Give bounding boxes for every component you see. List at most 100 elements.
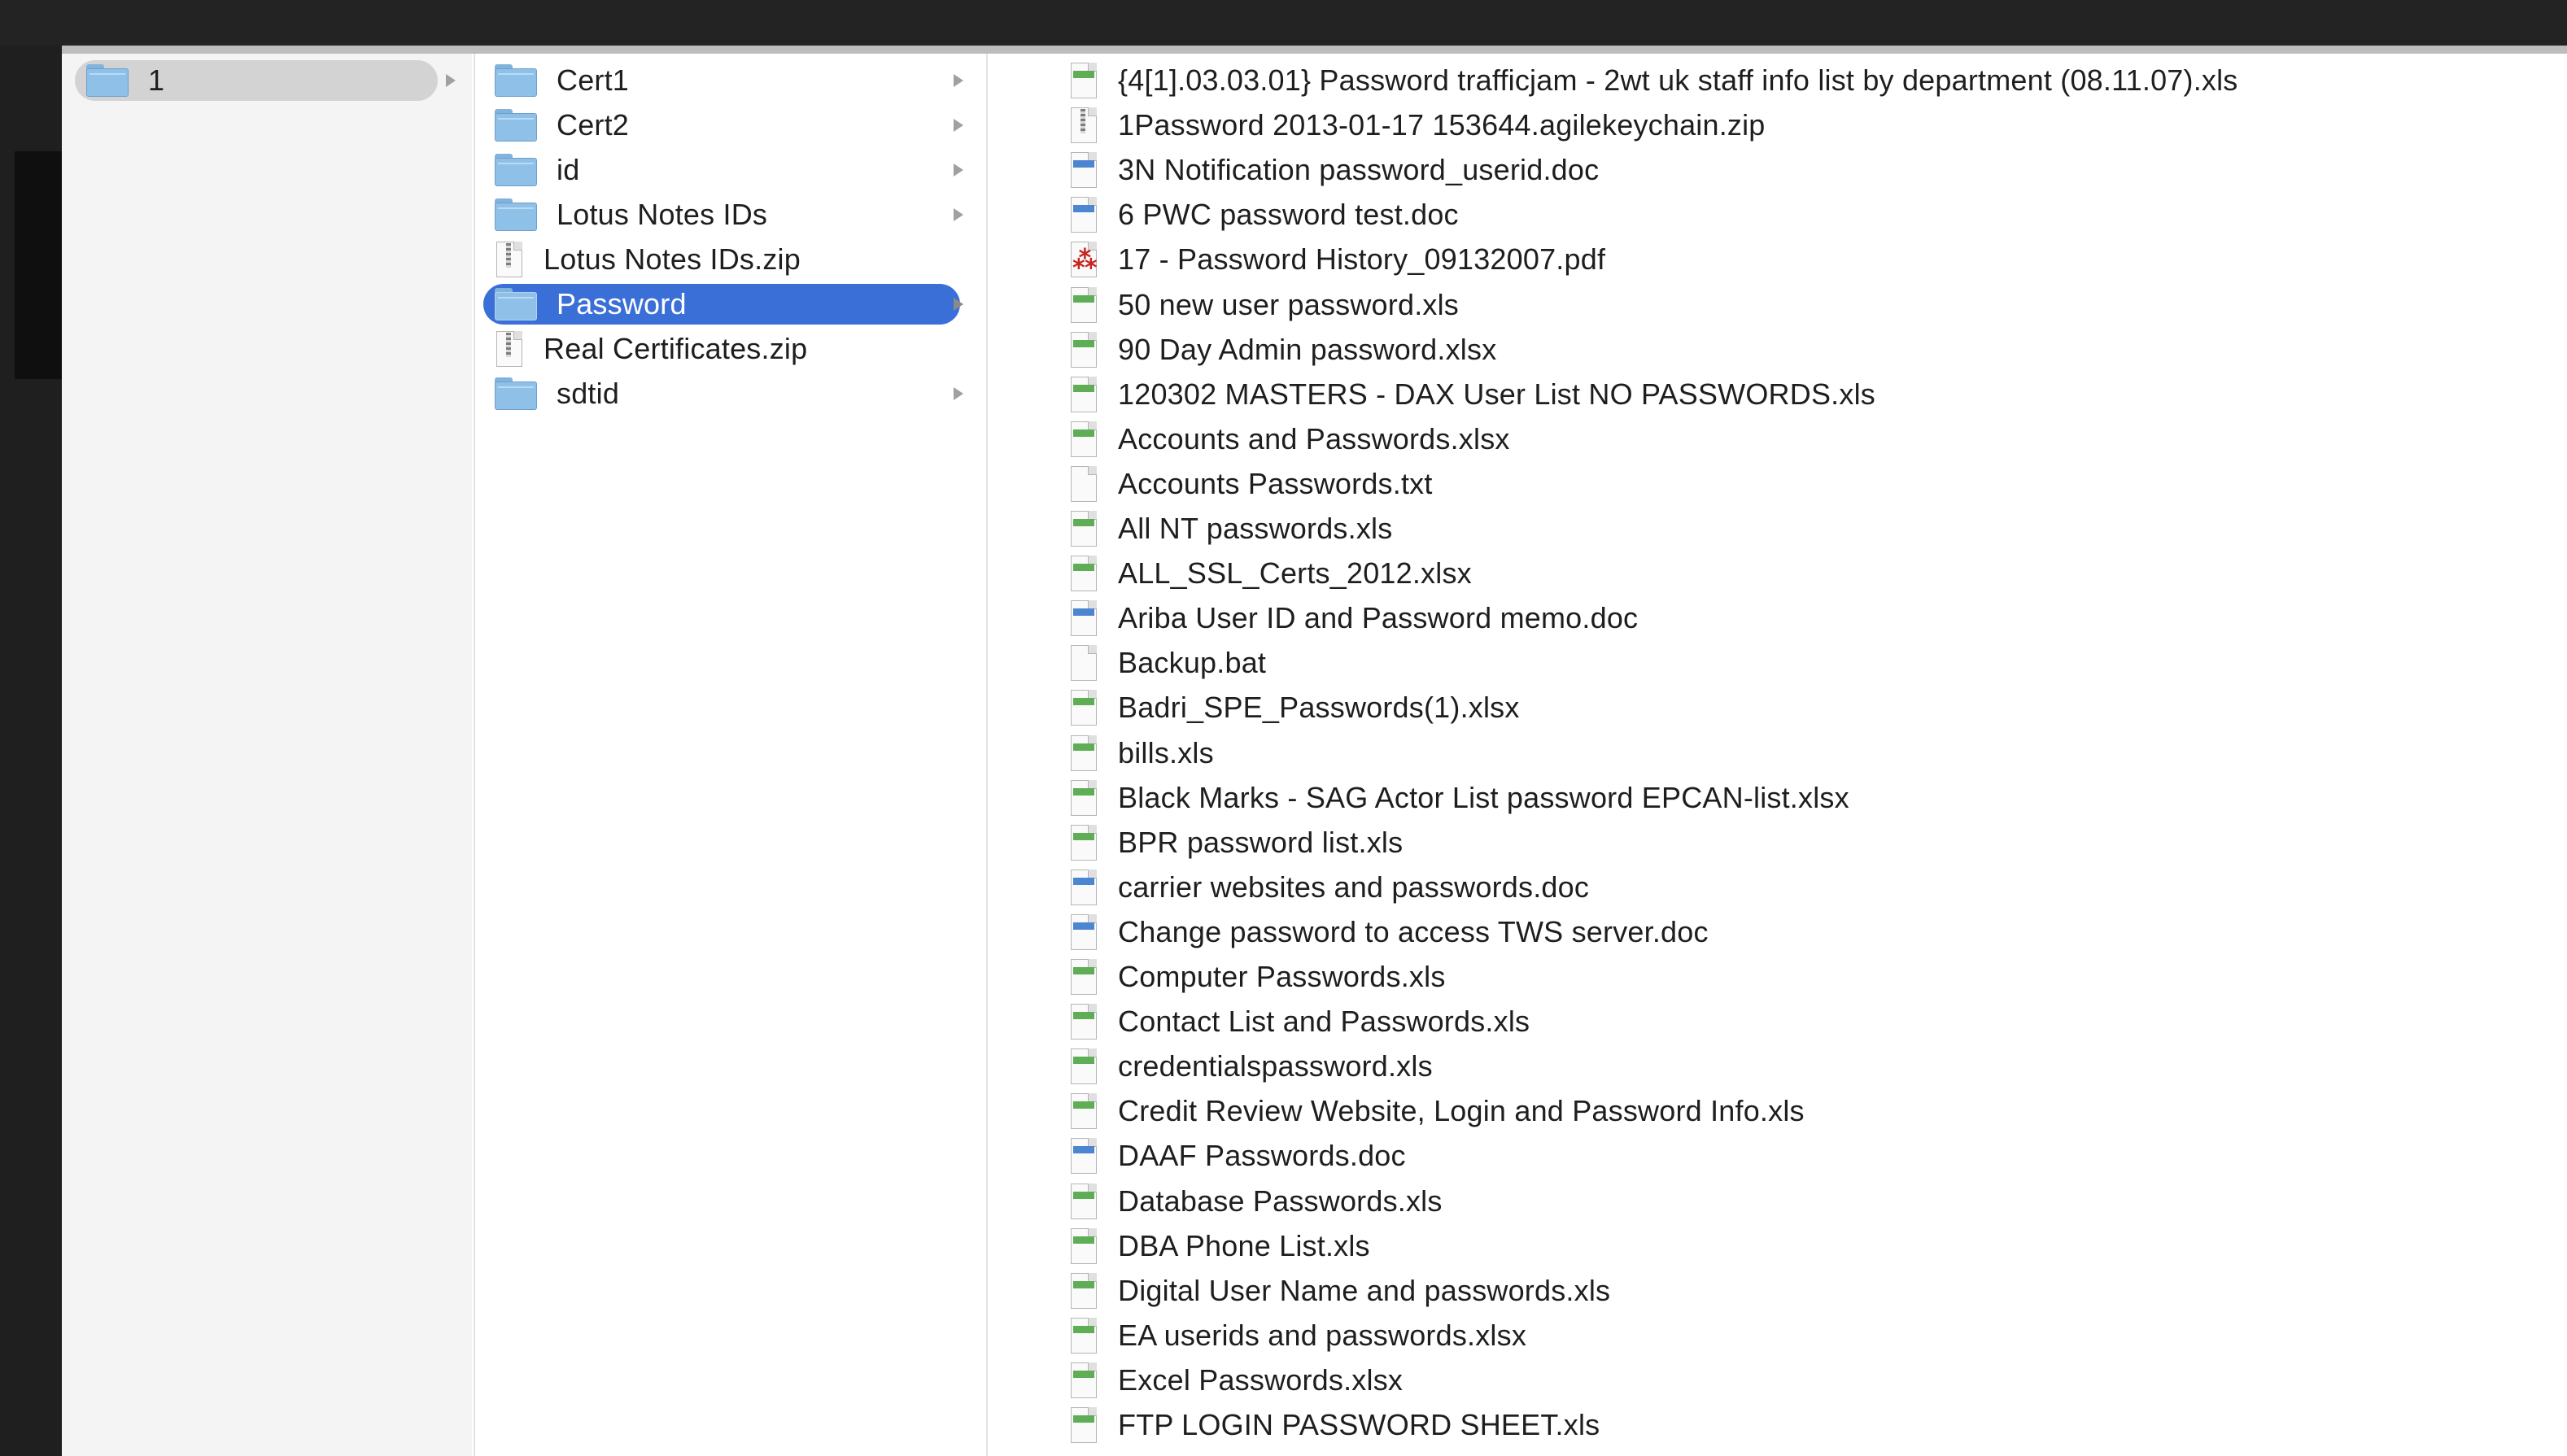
file-band (1073, 429, 1094, 437)
item-label: Cert2 (557, 108, 630, 142)
file-page (1071, 197, 1097, 233)
file-list-item[interactable]: Accounts Passwords.txt (1058, 464, 2567, 504)
file-list-item[interactable]: 3N Notification password_userid.doc (1058, 150, 2567, 190)
item-label: Accounts Passwords.txt (1118, 466, 1433, 500)
file-band (1073, 205, 1094, 213)
folder-body (495, 203, 537, 231)
file-page (1071, 1272, 1097, 1309)
file-list-item[interactable]: Black Marks - SAG Actor List password EP… (1058, 778, 2567, 818)
column-item[interactable]: Lotus Notes IDs (483, 194, 960, 235)
column-item[interactable]: 1 (75, 60, 438, 101)
file-list-item[interactable]: Contact List and Passwords.xls (1058, 1001, 2567, 1042)
column-item[interactable]: Real Certificates.zip (483, 329, 960, 369)
file-list-item[interactable]: Change password to access TWS server.doc (1058, 912, 2567, 953)
file-page (1071, 331, 1097, 368)
file-band (1073, 1057, 1094, 1065)
item-label: Lotus Notes IDs.zip (544, 242, 801, 276)
column-item[interactable]: id (483, 150, 960, 190)
file-page (1071, 913, 1097, 950)
spreadsheet-file-icon (1071, 63, 1097, 98)
file-list-item[interactable]: BPR password list.xls (1058, 822, 2567, 863)
file-list-item[interactable]: 90 Day Admin password.xlsx (1058, 329, 2567, 370)
file-band (1073, 1012, 1094, 1020)
file-page (1071, 824, 1097, 861)
file-list-item[interactable]: Ariba User ID and Password memo.doc (1058, 598, 2567, 639)
column-item[interactable]: Password (483, 284, 960, 325)
file-list-item[interactable]: DBA Phone List.xls (1058, 1226, 2567, 1266)
file-page (1071, 511, 1097, 547)
file-page (1071, 152, 1097, 189)
file-band (1073, 519, 1094, 526)
spreadsheet-file-icon (1071, 1183, 1097, 1219)
file-page (1071, 600, 1097, 637)
item-label: Black Marks - SAG Actor List password EP… (1118, 780, 1849, 814)
file-list-item[interactable]: Credit Review Website, Login and Passwor… (1058, 1091, 2567, 1131)
file-list-item[interactable]: Digital User Name and passwords.xls (1058, 1271, 2567, 1311)
spreadsheet-file-icon (1071, 1362, 1097, 1398)
file-band (1073, 832, 1094, 840)
file-list-item[interactable]: Backup.bat (1058, 643, 2567, 683)
file-list-item[interactable]: ALL_SSL_Certs_2012.xlsx (1058, 553, 2567, 594)
file-list-item[interactable]: 50 new user password.xls (1058, 285, 2567, 325)
spreadsheet-file-icon (1071, 286, 1097, 323)
file-list-item[interactable]: credentialspassword.xls (1058, 1046, 2567, 1087)
item-label: 120302 MASTERS - DAX User List NO PASSWO… (1118, 377, 1875, 411)
item-label: FTP LOGIN PASSWORD SHEET.xls (1118, 1408, 1600, 1441)
item-label: Change password to access TWS server.doc (1118, 914, 1709, 948)
file-page (1071, 1362, 1097, 1398)
spreadsheet-file-icon (1071, 421, 1097, 457)
item-label: Credit Review Website, Login and Passwor… (1118, 1094, 1805, 1128)
file-page (1071, 690, 1097, 726)
file-page (1071, 556, 1097, 592)
file-list-item[interactable]: 6 PWC password test.doc (1058, 194, 2567, 235)
item-label: All NT passwords.xls (1118, 512, 1393, 545)
file-list-item[interactable]: Computer Passwords.xls (1058, 957, 2567, 997)
folder-icon (495, 288, 537, 320)
file-page (1071, 735, 1097, 771)
file-list-item[interactable]: 1Password 2013-01-17 153644.agilekeychai… (1058, 105, 2567, 146)
item-label: Cert1 (557, 63, 630, 97)
file-band (1073, 1191, 1094, 1199)
column-folder-1[interactable]: Cert1 Cert2 id Lotus Notes IDs Lotus Notes I… (474, 54, 984, 1456)
file-list-item[interactable]: {4[1].03.03.01} Password trafficjam - 2w… (1058, 60, 2567, 101)
column-item[interactable]: Cert2 (483, 105, 960, 146)
file-list-item[interactable]: All NT passwords.xls (1058, 508, 2567, 549)
column-item[interactable]: sdtid (483, 373, 960, 414)
chevron-right-icon (954, 298, 963, 311)
file-list-item[interactable]: FTP LOGIN PASSWORD SHEET.xls (1058, 1405, 2567, 1445)
file-page (1071, 1317, 1097, 1354)
file-band (1073, 1101, 1094, 1109)
file-band (1073, 698, 1094, 706)
background-window-edge (0, 46, 62, 1456)
item-label: 17 - Password History_09132007.pdf (1118, 242, 1606, 277)
file-list-item[interactable]: Badri_SPE_Passwords(1).xlsx (1058, 687, 2567, 728)
folder-body (495, 68, 537, 97)
item-label: Ariba User ID and Password memo.doc (1118, 601, 1639, 635)
file-list-item[interactable]: Database Passwords.xls (1058, 1181, 2567, 1222)
item-label: BPR password list.xls (1118, 825, 1404, 859)
folder-icon (495, 377, 537, 410)
column-root[interactable]: 1 (62, 54, 472, 1456)
file-list-item[interactable]: Accounts and Passwords.xlsx (1058, 419, 2567, 460)
spreadsheet-file-icon (1071, 779, 1097, 816)
folder-body (495, 381, 537, 410)
folder-body (495, 113, 537, 142)
file-page (1071, 869, 1097, 905)
file-band (1073, 294, 1094, 303)
file-list-item[interactable]: ⁂ 17 - Password History_09132007.pdf (1058, 239, 2567, 280)
pdf-file-icon: ⁂ (1071, 242, 1098, 278)
file-list-item[interactable]: DAAF Passwords.doc (1058, 1136, 2567, 1176)
column-item[interactable]: Lotus Notes IDs.zip (483, 239, 960, 280)
file-band (1073, 71, 1094, 78)
file-page (1071, 286, 1097, 323)
column-password[interactable]: {4[1].03.03.01} Password trafficjam - 2w… (986, 54, 2567, 1456)
zipper (506, 333, 511, 357)
file-list-item[interactable]: 120302 MASTERS - DAX User List NO PASSWO… (1058, 374, 2567, 415)
file-list-item[interactable]: bills.xls (1058, 733, 2567, 774)
file-list-item[interactable]: EA userids and passwords.xlsx (1058, 1315, 2567, 1356)
file-list-item[interactable]: carrier websites and passwords.doc (1058, 867, 2567, 908)
zip-file-icon (496, 242, 522, 277)
item-label: DBA Phone List.xls (1118, 1228, 1370, 1262)
file-list-item[interactable]: Excel Passwords.xlsx (1058, 1360, 2567, 1401)
column-item[interactable]: Cert1 (483, 60, 960, 101)
